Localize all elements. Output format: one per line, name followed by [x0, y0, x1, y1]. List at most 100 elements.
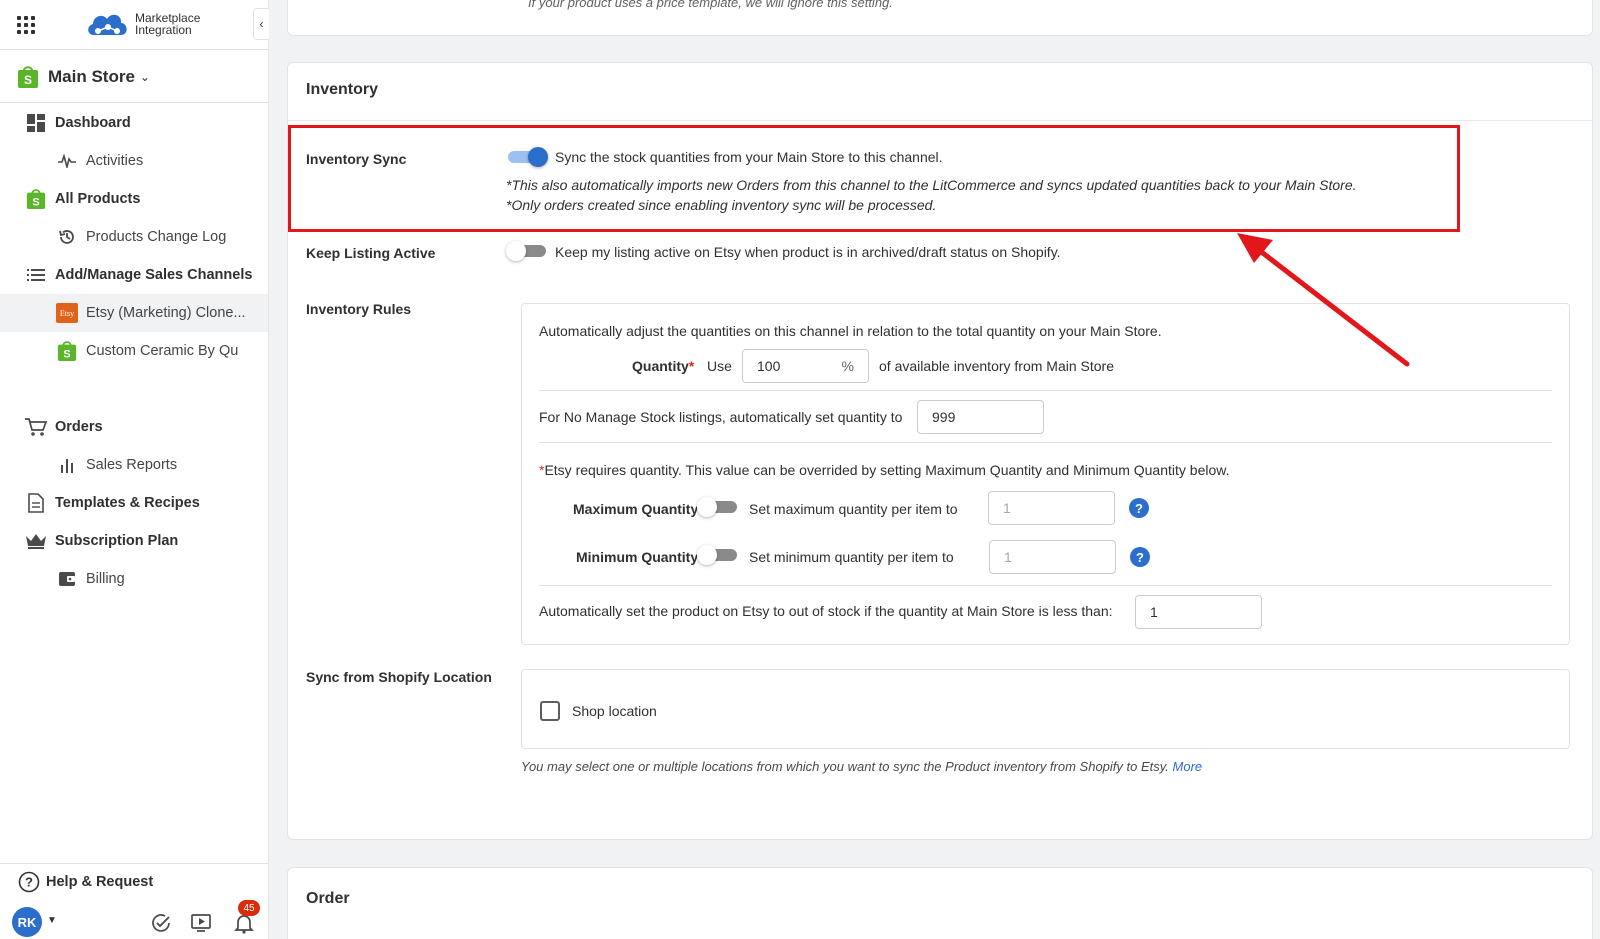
sidebar-item-label: Billing	[86, 571, 125, 587]
notification-count-badge: 45	[238, 900, 260, 916]
maximum-quantity-toggle[interactable]	[697, 497, 739, 517]
sidebar-item-label: Custom Ceramic By Qu	[86, 343, 239, 359]
svg-text:?: ?	[25, 875, 33, 890]
location-more-link[interactable]: More	[1173, 759, 1203, 774]
maximum-quantity-input[interactable]: 1	[988, 491, 1115, 525]
price-template-note: If your product uses a price template, w…	[528, 0, 893, 10]
help-circle-icon: ?	[18, 871, 40, 893]
svg-text:S: S	[32, 196, 39, 208]
sidebar-item-sales-reports[interactable]: Sales Reports	[0, 446, 268, 484]
inventory-title-divider	[288, 120, 1592, 121]
sidebar-item-products-change-log[interactable]: Products Change Log	[0, 218, 268, 256]
help-label: Help & Request	[46, 874, 154, 890]
document-icon	[25, 492, 47, 514]
sidebar-header: Marketplace Integration ‹	[0, 0, 269, 50]
sidebar-item-orders[interactable]: Orders	[0, 408, 268, 446]
brand-cloud-logo	[88, 14, 127, 35]
maximum-quantity-help-icon[interactable]: ?	[1129, 498, 1149, 518]
quantity-value: 100	[757, 358, 781, 374]
minimum-quantity-text: Set minimum quantity per item to	[749, 549, 954, 565]
maximum-quantity-text: Set maximum quantity per item to	[749, 501, 958, 517]
no-manage-stock-value: 999	[932, 409, 956, 425]
shopify-bag-icon: S	[25, 188, 47, 210]
out-of-stock-threshold-value: 1	[1150, 604, 1158, 620]
dashboard-icon	[25, 112, 47, 134]
highlight-annotation-box	[288, 125, 1460, 232]
wallet-icon	[56, 568, 78, 590]
sidebar-footer: ? Help & Request RK ▼ 45	[0, 863, 268, 937]
quantity-label-text: Quantity	[632, 358, 689, 374]
sidebar-item-label: All Products	[55, 191, 141, 207]
location-help-note: You may select one or multiple locations…	[521, 759, 1202, 774]
sidebar-item-label: Etsy (Marketing) Clone...	[86, 305, 246, 321]
crown-icon	[25, 530, 47, 552]
toggle-knob	[506, 241, 526, 261]
shopify-location-box: Shop location	[521, 669, 1570, 749]
location-help-text: You may select one or multiple locations…	[521, 759, 1169, 774]
help-request-button[interactable]: ? Help & Request	[0, 864, 268, 900]
toggle-knob	[697, 497, 717, 517]
apps-grid-icon[interactable]	[17, 16, 35, 34]
minimum-quantity-label: Minimum Quantity	[576, 549, 699, 565]
avatar[interactable]: RK	[12, 907, 42, 937]
etsy-requires-quantity-text: Etsy requires quantity. This value can b…	[544, 462, 1230, 478]
etsy-badge-text: Etsy	[60, 309, 74, 318]
activity-pulse-icon	[56, 150, 78, 172]
chevron-down-icon: ⌄	[139, 69, 150, 84]
inventory-rules-label: Inventory Rules	[306, 301, 412, 317]
shop-location-checkbox[interactable]	[540, 701, 560, 721]
out-of-stock-label: Automatically set the product on Etsy to…	[539, 603, 1113, 619]
shop-location-label: Shop location	[572, 703, 657, 719]
minimum-quantity-input[interactable]: 1	[989, 540, 1116, 574]
check-circle-icon[interactable]	[150, 912, 172, 934]
history-icon	[56, 226, 78, 248]
sidebar-item-dashboard[interactable]: Dashboard	[0, 104, 268, 142]
sidebar-item-sales-channels[interactable]: Add/Manage Sales Channels	[0, 256, 268, 294]
sidebar-item-label: Subscription Plan	[55, 533, 179, 549]
etsy-logo-icon: Etsy	[56, 302, 78, 324]
maximum-quantity-placeholder: 1	[1003, 500, 1011, 516]
quantity-percent-input[interactable]: 100 %	[742, 349, 869, 383]
sidebar-item-all-products[interactable]: S All Products	[0, 180, 268, 218]
no-manage-stock-input[interactable]: 999	[917, 400, 1044, 434]
order-title: Order	[306, 890, 350, 907]
sidebar-item-etsy-channel[interactable]: Etsy Etsy (Marketing) Clone...	[0, 294, 268, 332]
sidebar-item-billing[interactable]: Billing	[0, 560, 268, 598]
no-manage-stock-label: For No Manage Stock listings, automatica…	[539, 409, 903, 425]
brand-line-2: Integration	[135, 23, 192, 37]
rules-divider	[539, 442, 1552, 443]
video-play-icon[interactable]	[190, 912, 212, 934]
collapse-sidebar-button[interactable]: ‹	[253, 8, 269, 40]
store-switcher[interactable]: S Main Store ⌄	[0, 51, 268, 103]
sidebar-item-label: Add/Manage Sales Channels	[55, 267, 253, 283]
sidebar-item-subscription[interactable]: Subscription Plan	[0, 522, 268, 560]
shopify-bag-icon: S	[18, 65, 38, 88]
sidebar-item-custom-ceramic[interactable]: S Custom Ceramic By Qu	[0, 332, 268, 370]
keep-listing-active-toggle[interactable]	[506, 241, 548, 261]
list-icon	[25, 264, 47, 286]
required-star: *	[688, 358, 695, 374]
sidebar-item-label: Products Change Log	[86, 229, 227, 245]
inventory-title: Inventory	[306, 81, 379, 98]
minimum-quantity-help-icon[interactable]: ?	[1130, 547, 1150, 567]
out-of-stock-threshold-input[interactable]: 1	[1135, 595, 1262, 629]
keep-listing-active-label: Keep Listing Active	[306, 245, 436, 261]
order-card: Order	[287, 867, 1593, 939]
keep-listing-active-text: Keep my listing active on Etsy when prod…	[555, 244, 1061, 260]
svg-text:S: S	[24, 73, 32, 87]
sidebar-item-templates[interactable]: Templates & Recipes	[0, 484, 268, 522]
quantity-label: Quantity*	[632, 358, 694, 374]
brand-name: Marketplace Integration	[135, 12, 200, 36]
inventory-rules-box: Automatically adjust the quantities on t…	[521, 303, 1570, 645]
minimum-quantity-toggle[interactable]	[697, 545, 739, 565]
sidebar-item-label: Orders	[55, 419, 103, 435]
minimum-quantity-placeholder: 1	[1004, 549, 1012, 565]
user-bar: RK ▼ 45	[0, 900, 268, 939]
caret-down-icon[interactable]: ▼	[47, 915, 57, 926]
shopify-bag-icon: S	[56, 340, 78, 362]
sidebar-item-label: Dashboard	[55, 115, 131, 131]
use-label: Use	[707, 358, 732, 374]
sidebar-item-activities[interactable]: Activities	[0, 142, 268, 180]
cart-icon	[25, 416, 47, 438]
